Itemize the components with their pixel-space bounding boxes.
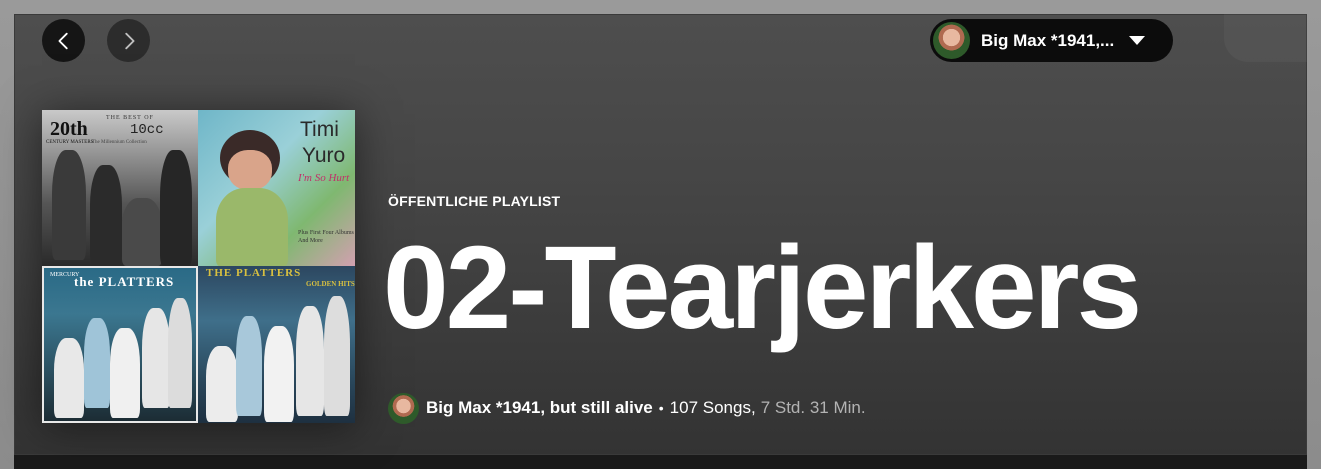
back-button[interactable] — [42, 19, 85, 62]
cover-tile-platters-golden-hits: THE PLATTERS GOLDEN HITS — [198, 266, 355, 423]
owner-link[interactable]: Big Max *1941, but still alive — [426, 398, 653, 418]
avatar — [388, 392, 419, 424]
cover-text: Plus First Four Albums — [298, 230, 354, 236]
cover-text: the PLATTERS — [74, 274, 175, 289]
cover-text: 10cc — [130, 122, 164, 138]
cover-text: THE BEST OF — [106, 115, 154, 121]
chevron-left-icon — [58, 32, 68, 49]
corner-decoration — [1224, 14, 1307, 62]
user-name: Big Max *1941,... — [981, 30, 1115, 50]
cover-tile-the-platters: MERCURY the PLATTERS — [42, 266, 198, 423]
playlist-type-label: ÖFFENTLICHE PLAYLIST — [388, 193, 561, 209]
total-duration: 7 Std. 31 Min. — [760, 398, 866, 417]
playlist-cover[interactable]: 20th CENTURY MASTERS THE BEST OF 10cc Th… — [42, 110, 355, 423]
cover-text: 20th — [50, 118, 88, 140]
cover-text: Timi — [300, 118, 339, 141]
cover-text: And More — [298, 238, 323, 244]
cover-tile-10cc: 20th CENTURY MASTERS THE BEST OF 10cc Th… — [42, 110, 198, 266]
playlist-meta: Big Max *1941, but still alive • 107 Son… — [388, 391, 866, 425]
cover-text: The Millennium Collection — [92, 140, 147, 145]
user-menu-button[interactable]: Big Max *1941,... — [930, 19, 1173, 62]
bottom-edge — [14, 455, 1307, 469]
cover-text: Yuro — [302, 144, 346, 167]
song-count: 107 Songs, — [669, 398, 756, 417]
cover-text: THE PLATTERS — [206, 267, 302, 279]
page-title: 02-Tearjerkers — [383, 222, 1142, 354]
separator-dot: • — [658, 400, 664, 416]
cover-text: CENTURY MASTERS — [46, 140, 94, 145]
chevron-right-icon — [124, 32, 134, 49]
forward-button[interactable] — [107, 19, 150, 62]
cover-text: I'm So Hurt — [298, 172, 350, 184]
caret-down-icon — [1129, 36, 1146, 45]
cover-tile-timi-yuro: Timi Yuro I'm So Hurt Plus First Four Al… — [198, 110, 355, 266]
avatar — [933, 22, 970, 59]
cover-text: GOLDEN HITS — [306, 280, 355, 288]
